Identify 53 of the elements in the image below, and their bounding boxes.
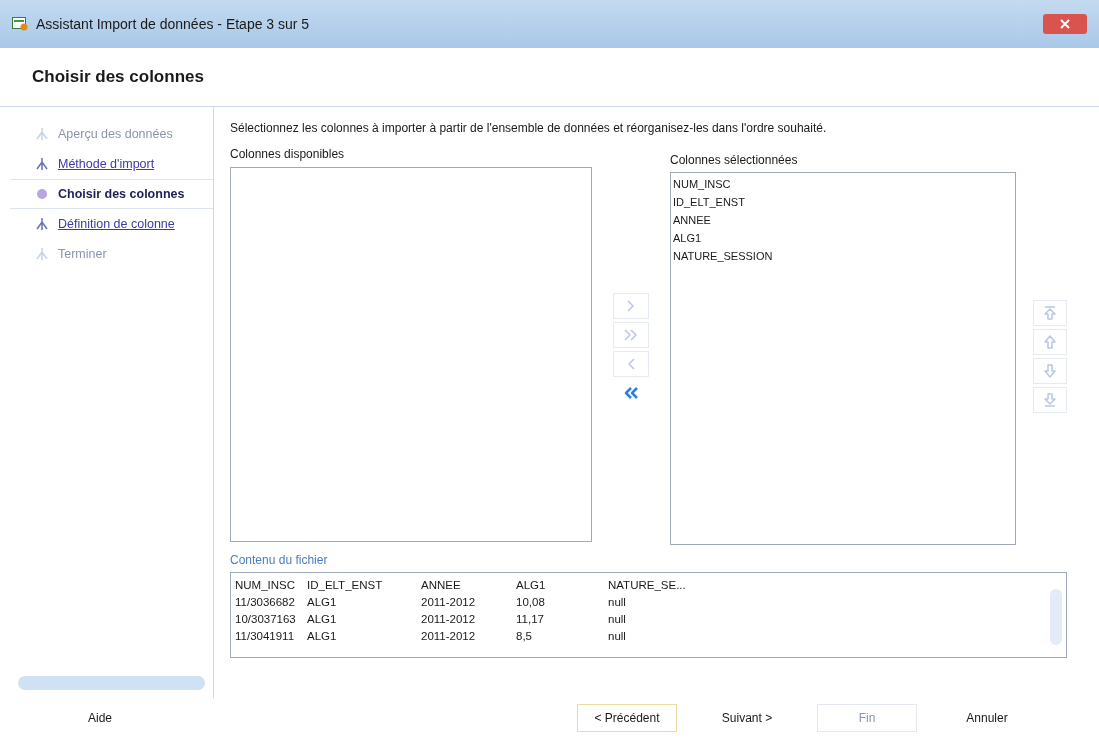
table-cell-text: ALG1	[306, 595, 338, 610]
close-button[interactable]	[1043, 14, 1087, 34]
list-item[interactable]: NATURE_SESSION	[673, 247, 1015, 265]
arrow-down-icon	[1041, 362, 1059, 380]
table-cell-text: 11/3036682	[235, 595, 296, 610]
app-icon	[12, 17, 28, 31]
window-title: Assistant Import de données - Etape 3 sur 5	[36, 14, 311, 34]
selected-columns-list[interactable]: NUM_INSC ID_ELT_ENST ANNEE ALG1 NATURE_SESSION	[670, 172, 1016, 545]
step-icon	[34, 156, 50, 172]
step-icon	[34, 246, 50, 262]
wizard-button[interactable]: Annuler	[937, 704, 1037, 732]
table-cell-text: 10,08	[516, 595, 546, 610]
available-columns-list[interactable]	[230, 167, 592, 542]
instruction-text: Sélectionnez les colonnes à importer à partir de l'ensemble de données et réorganisez-les dans l'ordre souhaité.	[230, 120, 828, 137]
section-label: Contenu du fichier	[230, 552, 329, 569]
step-link[interactable]: Définition de colonne	[58, 214, 175, 234]
wizard-button[interactable]: Suivant >	[697, 704, 797, 732]
table-cell-text: null	[608, 629, 627, 644]
column-header: ID_ELT_ENST	[306, 578, 384, 593]
arrow-down-to-bottom-icon	[1041, 391, 1059, 409]
list-item[interactable]: NUM_INSC	[673, 175, 1015, 193]
wizard-button[interactable]: < Précédent	[577, 704, 677, 732]
table-cell-text: 2011-2012	[421, 595, 477, 610]
table-cell-text: 10/3037163	[235, 612, 297, 627]
vertical-scrollbar	[1050, 589, 1062, 645]
list-item[interactable]: ALG1	[673, 229, 1015, 247]
close-icon	[1060, 19, 1070, 29]
table-cell-text: null	[608, 595, 627, 610]
step-link[interactable]: Choisir des colonnes	[58, 184, 185, 204]
column-header: NATURE_SE...	[608, 578, 687, 593]
table-cell-text: 2011-2012	[421, 612, 477, 627]
column-header: ALG1	[516, 578, 547, 593]
step-current-icon	[34, 186, 50, 202]
page-heading: Choisir des colonnes	[32, 66, 204, 89]
list-item[interactable]: ANNEE	[673, 211, 1015, 229]
help-button[interactable]: Aide	[88, 709, 113, 727]
arrow-up-icon	[1041, 333, 1059, 351]
step-icon	[34, 216, 50, 232]
column-header: NUM_INSC	[235, 578, 297, 593]
column-header: ANNEE	[421, 578, 462, 593]
list-label: Colonnes sélectionnées	[670, 152, 799, 169]
table-cell-text: 2011-2012	[421, 629, 477, 644]
table-cell-text: ALG1	[306, 612, 338, 627]
table-cell-text: 11,17	[516, 612, 545, 627]
table-cell-text: null	[608, 612, 627, 627]
table-cell-text: 11/3041911	[235, 629, 296, 644]
list-label: Colonnes disponibles	[230, 146, 346, 163]
step-icon	[34, 126, 50, 142]
table-cell-text: ALG1	[306, 629, 338, 644]
list-item[interactable]: ID_ELT_ENST	[673, 193, 1015, 211]
table-cell-text: 8,5	[516, 629, 533, 644]
step-link[interactable]: Méthode d'import	[58, 154, 155, 174]
arrow-up-to-top-icon	[1041, 304, 1059, 322]
